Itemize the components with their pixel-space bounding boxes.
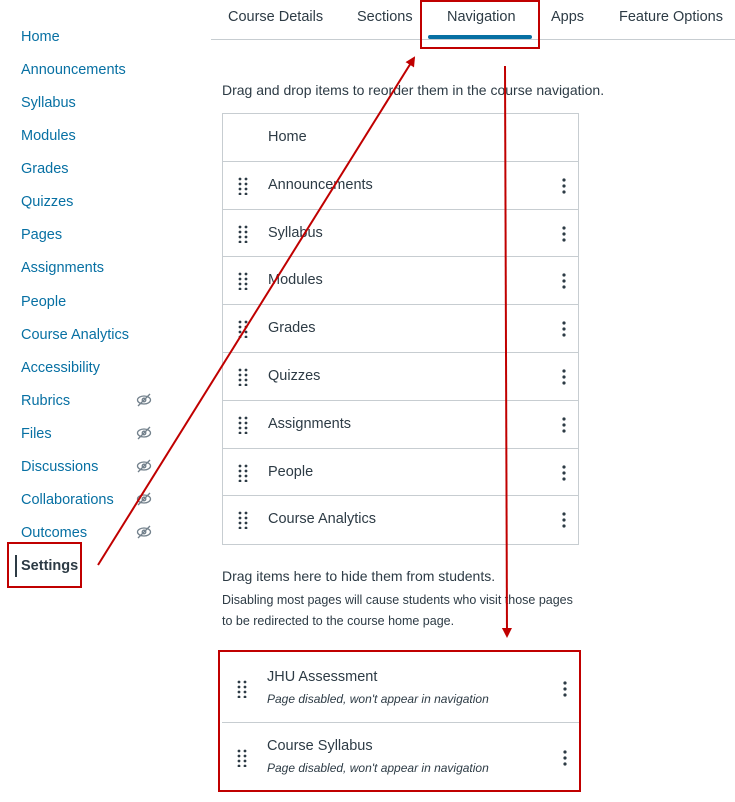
drag-handle-icon[interactable] bbox=[237, 177, 249, 195]
sidebar-item-grades[interactable]: Grades bbox=[21, 160, 69, 178]
disabled-nav-list: JHU Assessment Page disabled, won't appe… bbox=[222, 654, 579, 792]
sidebar-item-settings[interactable]: Settings bbox=[15, 555, 78, 577]
sidebar-item-people[interactable]: People bbox=[21, 293, 66, 311]
eye-slash-icon bbox=[136, 525, 152, 539]
drag-handle-icon[interactable] bbox=[237, 320, 249, 339]
drag-handle-icon[interactable] bbox=[237, 225, 249, 243]
nav-item-grades[interactable]: Grades bbox=[223, 305, 578, 353]
nav-item-modules[interactable]: Modules bbox=[223, 257, 578, 306]
sidebar-item-assignments[interactable]: Assignments bbox=[21, 259, 104, 277]
nav-item-label: Syllabus bbox=[268, 224, 323, 241]
kebab-menu-icon[interactable] bbox=[560, 225, 568, 243]
tab-apps[interactable]: Apps bbox=[551, 9, 584, 25]
drag-handle-icon[interactable] bbox=[237, 368, 249, 386]
disabled-item-status: Page disabled, won't appear in navigatio… bbox=[267, 692, 489, 706]
drag-handle-icon[interactable] bbox=[237, 511, 249, 530]
eye-slash-icon bbox=[136, 393, 152, 407]
eye-slash-icon bbox=[136, 492, 152, 506]
nav-item-label: Grades bbox=[268, 320, 316, 337]
reorder-instruction: Drag and drop items to reorder them in t… bbox=[222, 82, 605, 98]
sidebar-item-course-analytics[interactable]: Course Analytics bbox=[21, 326, 129, 344]
sidebar-item-rubrics[interactable]: Rubrics bbox=[21, 392, 70, 410]
kebab-menu-icon[interactable] bbox=[560, 464, 568, 482]
kebab-menu-icon[interactable] bbox=[560, 368, 568, 386]
hidden-drop-heading: Drag items here to hide them from studen… bbox=[222, 568, 496, 584]
nav-item-quizzes[interactable]: Quizzes bbox=[223, 353, 578, 401]
tab-feature-options[interactable]: Feature Options bbox=[619, 9, 723, 25]
sidebar-item-announcements[interactable]: Announcements bbox=[21, 61, 126, 79]
eye-slash-icon bbox=[136, 459, 152, 473]
kebab-menu-icon[interactable] bbox=[560, 320, 568, 338]
sidebar-item-pages[interactable]: Pages bbox=[21, 226, 62, 244]
course-nav-sidebar: Home Announcements Syllabus Modules Grad… bbox=[0, 0, 200, 802]
disabled-item-jhu-assessment[interactable]: JHU Assessment Page disabled, won't appe… bbox=[222, 654, 579, 723]
sidebar-item-files[interactable]: Files bbox=[21, 425, 52, 443]
hidden-drop-note: Disabling most pages will cause students… bbox=[222, 593, 573, 628]
sidebar-item-discussions[interactable]: Discussions bbox=[21, 458, 98, 476]
nav-item-label: Assignments bbox=[268, 415, 352, 432]
disabled-item-course-syllabus[interactable]: Course Syllabus Page disabled, won't app… bbox=[222, 723, 579, 792]
sidebar-item-modules[interactable]: Modules bbox=[21, 127, 76, 145]
eye-slash-icon bbox=[136, 426, 152, 440]
nav-item-label: People bbox=[268, 463, 314, 480]
nav-item-label: Quizzes bbox=[268, 367, 321, 384]
nav-item-assignments[interactable]: Assignments bbox=[223, 401, 578, 449]
kebab-menu-icon[interactable] bbox=[560, 416, 568, 434]
nav-item-label: Home bbox=[268, 129, 307, 145]
drag-handle-icon[interactable] bbox=[237, 464, 249, 482]
nav-item-label: Modules bbox=[268, 272, 323, 289]
settings-tabs: Course Details Sections Navigation Apps … bbox=[211, 0, 735, 40]
sidebar-item-quizzes[interactable]: Quizzes bbox=[21, 193, 73, 211]
tab-sections[interactable]: Sections bbox=[357, 9, 413, 25]
tab-navigation[interactable]: Navigation bbox=[447, 9, 516, 25]
active-tab-indicator bbox=[428, 35, 532, 39]
tab-course-details[interactable]: Course Details bbox=[228, 9, 323, 25]
sidebar-item-home[interactable]: Home bbox=[21, 28, 60, 46]
sidebar-item-syllabus[interactable]: Syllabus bbox=[21, 94, 76, 112]
enabled-nav-list: Home Announcements Syllabus Modules Grad… bbox=[222, 113, 579, 546]
disabled-item-status: Page disabled, won't appear in navigatio… bbox=[267, 761, 489, 775]
disabled-item-label: JHU Assessment bbox=[267, 669, 378, 685]
nav-item-announcements[interactable]: Announcements bbox=[223, 162, 578, 210]
drag-handle-icon[interactable] bbox=[237, 272, 249, 291]
nav-item-people[interactable]: People bbox=[223, 449, 578, 497]
nav-item-label: Announcements bbox=[268, 176, 373, 193]
kebab-menu-icon[interactable] bbox=[561, 680, 569, 698]
nav-item-label: Course Analytics bbox=[268, 511, 376, 528]
kebab-menu-icon[interactable] bbox=[561, 749, 569, 767]
drag-handle-icon[interactable] bbox=[236, 680, 248, 698]
sidebar-item-collaborations[interactable]: Collaborations bbox=[21, 491, 114, 509]
nav-item-course-analytics[interactable]: Course Analytics bbox=[223, 496, 578, 544]
sidebar-item-outcomes[interactable]: Outcomes bbox=[21, 524, 87, 542]
kebab-menu-icon[interactable] bbox=[560, 177, 568, 195]
disabled-item-label: Course Syllabus bbox=[267, 738, 373, 754]
kebab-menu-icon[interactable] bbox=[560, 511, 568, 529]
kebab-menu-icon[interactable] bbox=[560, 272, 568, 290]
nav-item-home: Home bbox=[223, 114, 578, 162]
sidebar-item-accessibility[interactable]: Accessibility bbox=[21, 359, 100, 377]
drag-handle-icon[interactable] bbox=[237, 416, 249, 434]
drag-handle-icon[interactable] bbox=[236, 749, 248, 767]
nav-item-syllabus[interactable]: Syllabus bbox=[223, 210, 578, 258]
